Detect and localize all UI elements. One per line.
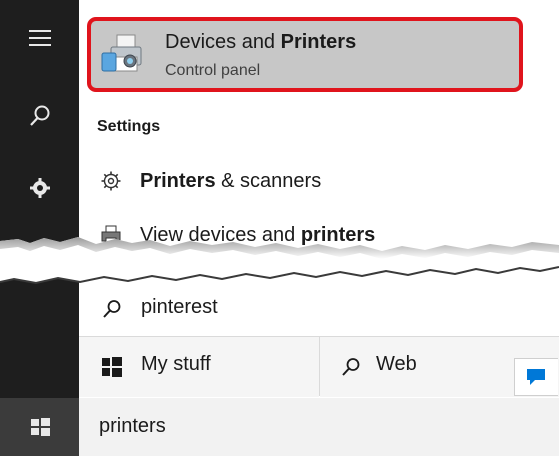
scope-my-stuff-button[interactable]: My stuff: [79, 336, 319, 397]
best-match-subtitle: Control panel: [165, 62, 261, 79]
web-suggestion-item[interactable]: pinterest: [79, 288, 559, 328]
settings-gear-icon[interactable]: [27, 175, 53, 201]
search-icon: [101, 298, 123, 325]
best-match-result[interactable]: Devices and Printers Control panel: [87, 17, 523, 92]
settings-section-heading: Settings: [97, 118, 161, 135]
search-box-text[interactable]: printers: [99, 415, 166, 438]
scope-my-stuff-label: My stuff: [141, 353, 211, 375]
devices-printers-icon: [101, 31, 147, 75]
windows-logo-icon: [101, 356, 123, 383]
windows-start-icon: [27, 414, 53, 440]
settings-item-printers-scanners[interactable]: Printers & scanners: [79, 160, 559, 204]
feedback-button[interactable]: [514, 358, 558, 396]
hamburger-menu-icon[interactable]: [27, 25, 53, 51]
search-icon: [340, 356, 362, 383]
gear-icon: [100, 170, 122, 192]
scope-web-label: Web: [376, 353, 417, 375]
settings-item-label: Printers & scanners: [140, 170, 322, 192]
torn-edge-divider: [0, 237, 559, 285]
search-box[interactable]: printers: [79, 398, 559, 456]
web-suggestion-text: pinterest: [141, 296, 218, 318]
search-icon[interactable]: [27, 103, 53, 129]
feedback-icon: [526, 368, 546, 391]
left-rail-lower: [0, 278, 79, 398]
best-match-title: Devices and Printers: [165, 31, 357, 53]
start-button[interactable]: [0, 398, 79, 456]
